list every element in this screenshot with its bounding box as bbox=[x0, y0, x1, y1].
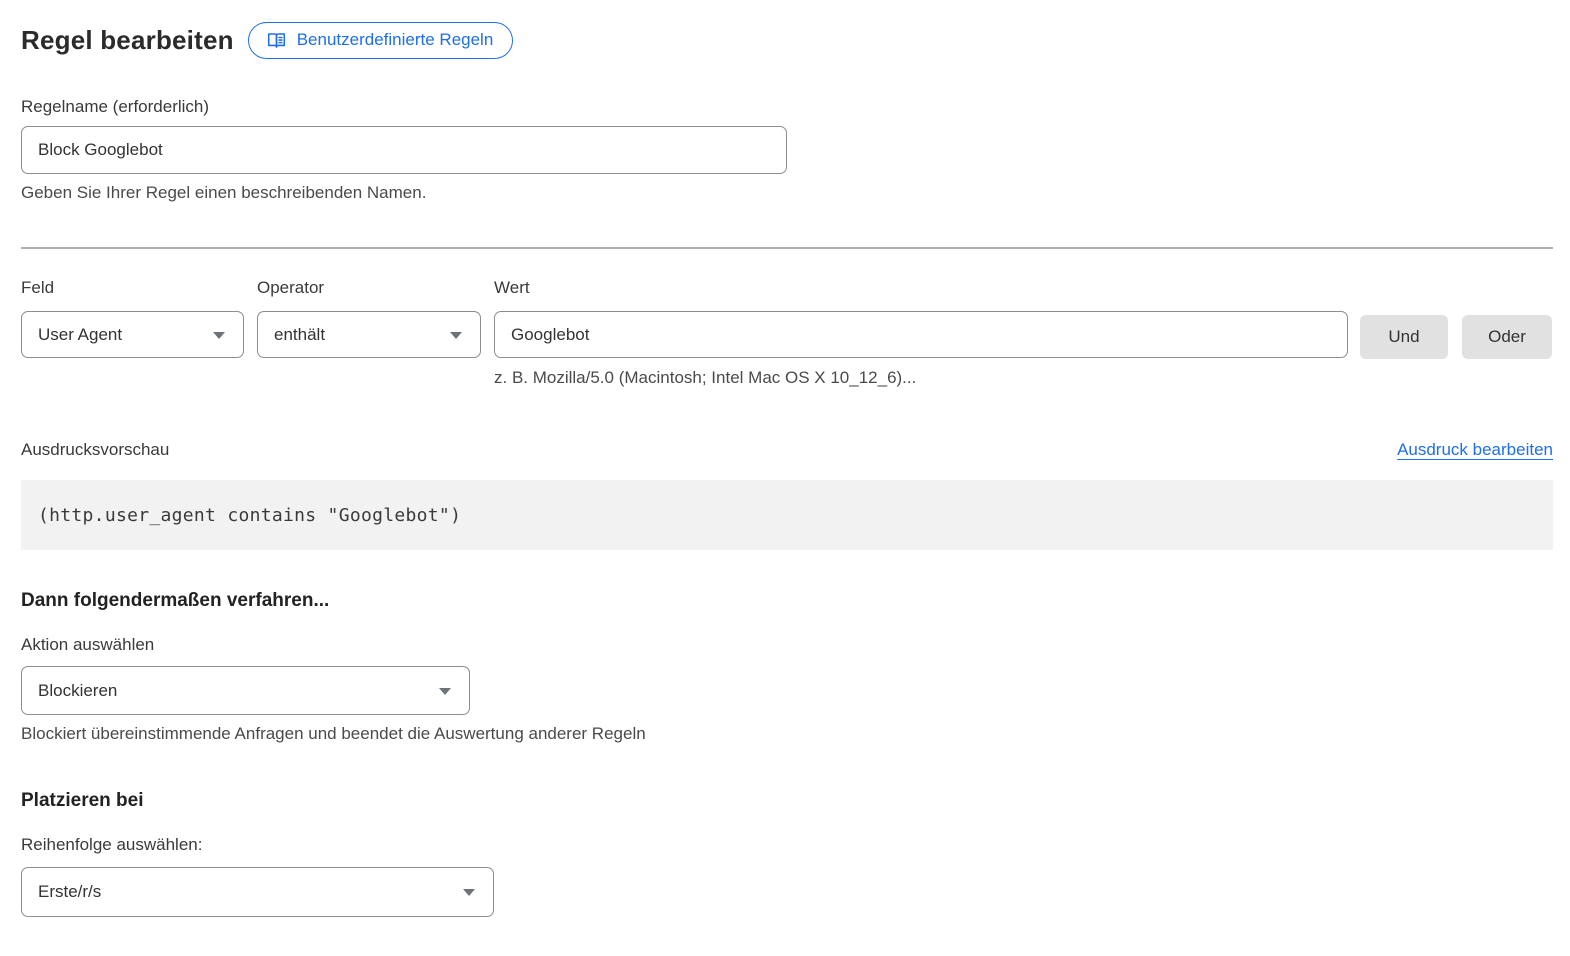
order-select-value: Erste/r/s bbox=[38, 882, 101, 902]
action-select-value: Blockieren bbox=[38, 681, 117, 701]
or-button[interactable]: Oder bbox=[1462, 315, 1552, 359]
field-select-value: User Agent bbox=[38, 325, 122, 345]
section-divider bbox=[21, 247, 1553, 249]
expression-builder-row: Feld User Agent Operator enthält Wert z.… bbox=[21, 278, 1553, 388]
page-title: Regel bearbeiten bbox=[21, 25, 234, 56]
value-help: z. B. Mozilla/5.0 (Macintosh; Intel Mac … bbox=[494, 368, 1348, 388]
edit-expression-link[interactable]: Ausdruck bearbeiten bbox=[1397, 440, 1553, 460]
rule-name-section: Regelname (erforderlich) Geben Sie Ihrer… bbox=[21, 97, 1553, 203]
operator-select-value: enthält bbox=[274, 325, 325, 345]
caret-down-icon bbox=[450, 332, 462, 339]
expression-preview-section: Ausdrucksvorschau Ausdruck bearbeiten (h… bbox=[21, 440, 1553, 550]
expression-preview-box: (http.user_agent contains "Googlebot") bbox=[21, 480, 1553, 550]
operator-column: Operator enthält bbox=[257, 278, 481, 388]
rule-editor-page: Regel bearbeiten Benutzerdefinierte Rege… bbox=[0, 0, 1570, 917]
and-button[interactable]: Und bbox=[1360, 315, 1448, 359]
page-header: Regel bearbeiten Benutzerdefinierte Rege… bbox=[21, 22, 1553, 59]
action-section: Dann folgendermaßen verfahren... Aktion … bbox=[21, 590, 1553, 744]
field-label: Feld bbox=[21, 278, 244, 298]
field-column: Feld User Agent bbox=[21, 278, 244, 388]
operator-select[interactable]: enthält bbox=[257, 311, 481, 358]
rule-name-help: Geben Sie Ihrer Regel einen beschreibend… bbox=[21, 183, 1553, 203]
caret-down-icon bbox=[463, 889, 475, 896]
expression-preview-header: Ausdrucksvorschau Ausdruck bearbeiten bbox=[21, 440, 1553, 460]
custom-rules-badge-button[interactable]: Benutzerdefinierte Regeln bbox=[248, 22, 514, 59]
field-select[interactable]: User Agent bbox=[21, 311, 244, 358]
value-input[interactable] bbox=[494, 311, 1348, 358]
custom-rules-badge-label: Benutzerdefinierte Regeln bbox=[297, 30, 494, 50]
action-heading: Dann folgendermaßen verfahren... bbox=[21, 590, 1553, 612]
open-book-icon bbox=[266, 31, 287, 50]
value-label: Wert bbox=[494, 278, 1348, 298]
action-help: Blockiert übereinstimmende Anfragen und … bbox=[21, 724, 1553, 744]
placement-heading: Platzieren bei bbox=[21, 790, 1553, 812]
expression-preview-label: Ausdrucksvorschau bbox=[21, 440, 169, 460]
value-column: Wert z. B. Mozilla/5.0 (Macintosh; Intel… bbox=[494, 278, 1348, 388]
operator-label: Operator bbox=[257, 278, 481, 298]
rule-name-label: Regelname (erforderlich) bbox=[21, 97, 209, 116]
expression-code: (http.user_agent contains "Googlebot") bbox=[38, 505, 461, 526]
order-select[interactable]: Erste/r/s bbox=[21, 867, 494, 917]
order-label: Reihenfolge auswählen: bbox=[21, 835, 1553, 855]
placement-section: Platzieren bei Reihenfolge auswählen: Er… bbox=[21, 790, 1553, 917]
caret-down-icon bbox=[439, 688, 451, 695]
caret-down-icon bbox=[213, 332, 225, 339]
rule-name-input[interactable] bbox=[21, 126, 787, 174]
action-label: Aktion auswählen bbox=[21, 635, 1553, 655]
action-select[interactable]: Blockieren bbox=[21, 666, 470, 715]
